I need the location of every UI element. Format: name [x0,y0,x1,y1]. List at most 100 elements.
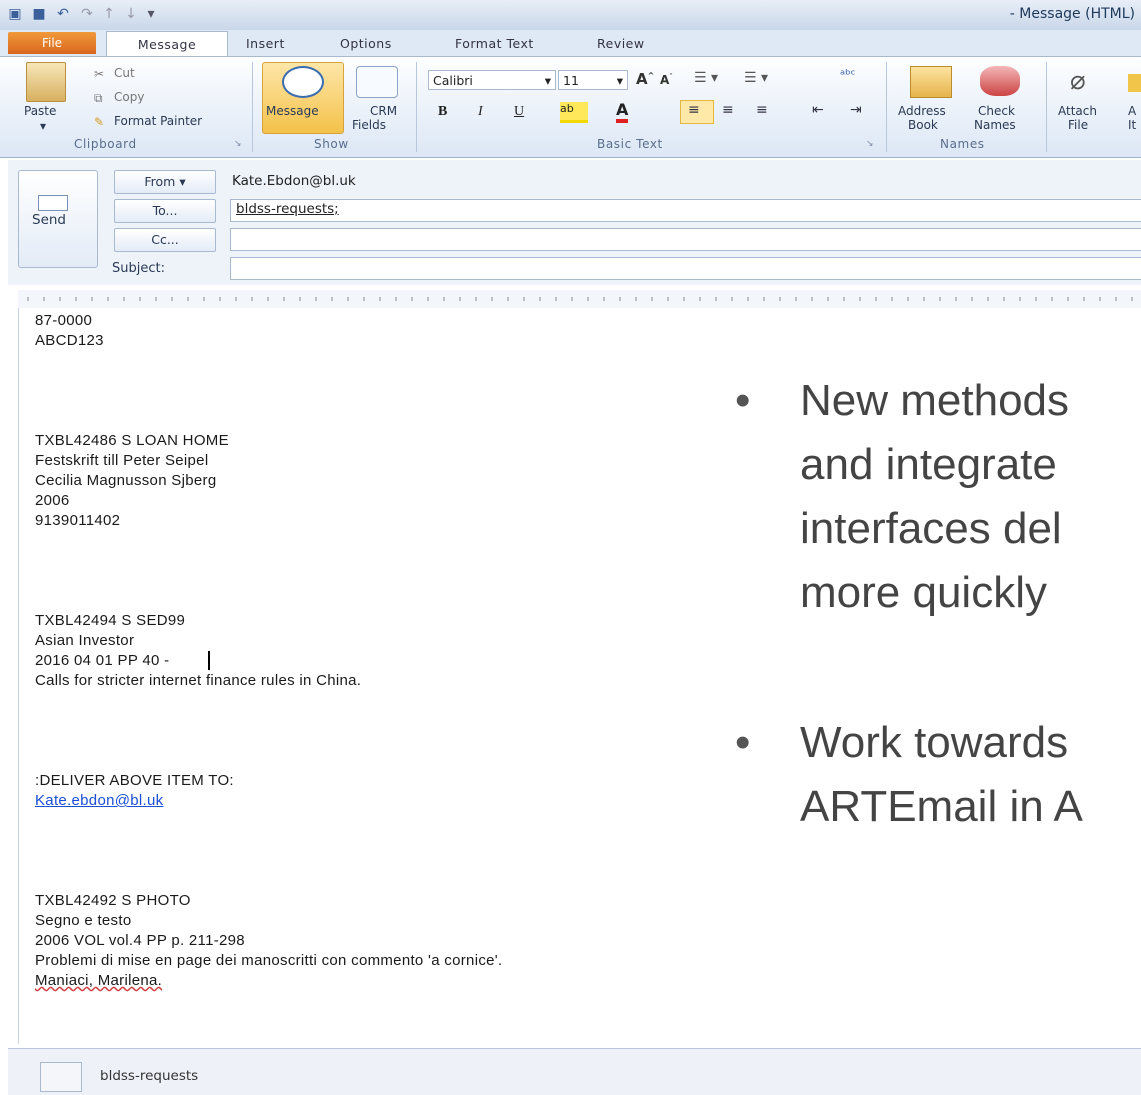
underline-button[interactable]: U [514,104,524,120]
body-line: TXBL42494 S SED99 [35,612,186,629]
increase-indent-icon[interactable]: ⇥ [850,102,862,118]
format-painter-button[interactable]: ✎ Format Painter [94,114,202,129]
body-line: 2006 VOL vol.4 PP p. 211-298 [35,932,245,949]
body-line: 2006 [35,492,70,509]
grow-font-icon[interactable]: A^ [636,70,654,88]
bullet-dot: • [735,718,751,767]
crm-label[interactable]: CRM [370,104,397,118]
font-color-icon[interactable]: A [616,100,629,123]
font-name-select[interactable]: Calibri ▾ [428,70,556,90]
font-size-select[interactable]: 11 ▾ [558,70,628,90]
attach-item-label-2[interactable]: It [1128,118,1136,132]
overlay-line: interfaces del [800,504,1062,553]
tab-insert[interactable]: Insert [246,36,285,51]
attach-item-icon[interactable] [1128,74,1141,92]
copy-icon: ⧉ [94,90,103,105]
highlight-icon[interactable]: ab [560,102,588,123]
message-label: Message [266,104,319,118]
attach-file-label-2[interactable]: File [1068,118,1088,132]
message-envelope-icon [282,66,324,98]
overlay-line: and integrate [800,440,1057,489]
address-book-label[interactable]: Address [898,104,946,118]
save-icon[interactable]: ■ [30,5,48,23]
outlook-icon: ▣ [8,6,22,22]
tab-file[interactable]: File [8,32,96,54]
group-label-basic-text: Basic Text [597,137,663,151]
body-line: Segno e testo [35,912,132,929]
check-names-label-2[interactable]: Names [974,118,1016,132]
redo-icon[interactable]: ↷ [78,5,96,23]
dialog-launcher-icon[interactable]: ↘ [234,139,242,149]
cc-field[interactable] [230,228,1141,251]
bold-button[interactable]: B [438,104,447,120]
attach-item-label[interactable]: A [1128,104,1136,118]
check-names-label[interactable]: Check [978,104,1015,118]
tab-message[interactable]: Message [106,31,228,57]
copy-button[interactable]: ⧉ Copy [94,90,144,105]
contact-avatar-icon[interactable] [40,1062,82,1092]
body-line: Asian Investor [35,632,135,649]
crm-fields-icon [356,66,398,98]
body-line: 2016 04 01 PP 40 - [35,652,170,669]
address-book-icon[interactable] [910,66,952,98]
italic-button[interactable]: I [478,104,483,120]
crm-fields-label[interactable]: Fields [352,118,386,132]
undo-icon[interactable]: ↶ [54,5,72,23]
cc-button[interactable]: Cc... [114,228,216,252]
paste-icon[interactable] [26,62,66,102]
align-center-icon[interactable]: ≡ [722,102,734,118]
numbering-icon[interactable]: ☰ ▾ [744,70,768,86]
separator [1046,62,1047,152]
body-line: Festskrift till Peter Seipel [35,452,209,469]
overlay-line: ARTEmail in A [800,782,1083,831]
chevron-down-icon: ▾ [179,174,186,189]
tab-format-text[interactable]: Format Text [455,36,534,51]
separator [886,62,887,152]
contact-name[interactable]: bldss-requests [100,1068,198,1084]
chevron-down-icon: ▾ [616,73,623,88]
check-names-icon[interactable] [980,66,1020,96]
paperclip-icon[interactable]: ⌀ [1070,66,1086,96]
to-button[interactable]: To... [114,199,216,223]
up-arrow-icon[interactable]: ↑ [100,5,118,23]
paste-button[interactable]: Paste [24,104,56,118]
group-label-clipboard: Clipboard [74,137,137,151]
body-line: TXBL42492 S PHOTO [35,892,191,909]
ruler[interactable] [18,290,1141,309]
title-bar [0,0,1141,31]
shrink-font-icon[interactable]: Aˇ [660,73,673,87]
body-line: Calls for stricter internet finance rule… [35,672,362,689]
envelope-icon [38,195,68,211]
decrease-indent-icon[interactable]: ⇤ [812,102,824,118]
spelling-icon[interactable]: ᵃᵇᶜ [840,68,855,83]
bullet-dot: • [735,376,751,425]
body-line: TXBL42486 S LOAN HOME [35,432,229,449]
align-right-icon[interactable]: ≡ [756,102,768,118]
subject-field[interactable] [230,257,1141,280]
down-arrow-icon[interactable]: ↓ [122,5,140,23]
from-button[interactable]: From ▾ [114,170,216,194]
bullets-icon[interactable]: ☰ ▾ [694,70,718,86]
customize-qat-icon[interactable]: ▾ [142,5,160,23]
tab-review[interactable]: Review [597,36,645,51]
body-line: 87-0000 [35,312,93,329]
paintbrush-icon: ✎ [94,114,105,129]
tab-options[interactable]: Options [340,36,392,51]
send-label: Send [32,212,67,228]
paste-dropdown-icon[interactable]: ▾ [40,119,46,133]
to-field[interactable] [230,199,1141,222]
email-link[interactable]: Kate.ebdon@bl.uk [35,792,163,809]
overlay-line: New methods [800,376,1070,425]
body-line: ABCD123 [35,332,104,349]
separator [416,62,417,152]
window-title: - Message (HTML) [1009,6,1135,22]
cut-button[interactable]: ✂ Cut [94,66,135,81]
address-book-label-2[interactable]: Book [908,118,938,132]
to-recipient[interactable]: bldss-requests; [236,201,339,217]
attach-file-label[interactable]: Attach [1058,104,1097,118]
dialog-launcher-icon[interactable]: ↘ [866,139,874,149]
body-line: Maniaci, Marilena. [35,972,163,989]
ruler-ticks [27,297,1133,301]
body-line: Problemi di mise en page dei manoscritti… [35,952,503,969]
from-value: Kate.Ebdon@bl.uk [232,173,356,189]
